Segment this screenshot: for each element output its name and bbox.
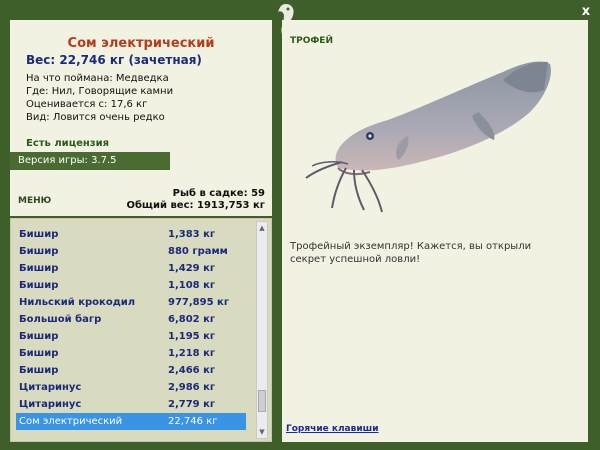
fish-weight: Вес: 22,746 кг (зачетная) <box>26 53 202 67</box>
list-item[interactable]: Бишир 1,195 кг <box>16 328 246 345</box>
list-item-weight: 6,802 кг <box>168 314 216 325</box>
list-item[interactable]: Цитаринус 2,986 кг <box>16 379 246 396</box>
list-item-weight: 1,108 кг <box>168 280 216 291</box>
list-item[interactable]: Бишир 1,383 кг <box>16 226 246 243</box>
keepnet-stats: Рыб в садке: 59 Общий вес: 1913,753 кг <box>126 188 265 212</box>
list-item-weight: 880 грамм <box>168 246 228 257</box>
list-item[interactable]: Сом электрический 22,746 кг <box>16 413 246 430</box>
hotkeys-link[interactable]: Горячие клавиши <box>286 424 379 434</box>
list-item-weight: 1,195 кг <box>168 331 216 342</box>
scroll-up-icon[interactable]: ▲ <box>257 223 267 233</box>
list-scrollbar[interactable]: ▲ ▼ <box>256 221 268 439</box>
list-item-weight: 1,218 кг <box>168 348 216 359</box>
list-item-name: Бишир <box>19 348 59 359</box>
list-item-weight: 977,895 кг <box>168 297 230 308</box>
trophy-description: Трофейный экземпляр! Кажется, вы открыли… <box>290 241 532 265</box>
list-item[interactable]: Бишир 1,218 кг <box>16 345 246 362</box>
list-item[interactable]: Бишир 1,429 кг <box>16 260 246 277</box>
fish-rarity: Вид: Ловится очень редко <box>26 112 165 123</box>
fish-details: На что поймана: Медведка Где: Нил, Говор… <box>26 72 173 124</box>
fish-count: Рыб в садке: 59 <box>172 188 265 199</box>
list-item-name: Бишир <box>19 263 59 274</box>
list-item-weight: 22,746 кг <box>168 416 218 427</box>
fish-bait: На что поймана: Медведка <box>26 73 169 84</box>
list-item-name: Бишир <box>19 229 59 240</box>
list-item[interactable]: Бишир 2,466 кг <box>16 362 246 379</box>
list-item-weight: 2,779 кг <box>168 399 216 410</box>
version-bar: Версия игры: 3.7.5 <box>10 152 170 170</box>
list-item[interactable]: Цитаринус 2,779 кг <box>16 396 246 413</box>
catch-list-panel: Бишир 1,383 кг Бишир 880 грамм Бишир 1,429 кг… <box>10 218 272 442</box>
list-item[interactable]: Большой багр 6,802 кг <box>16 311 246 328</box>
menu-button[interactable]: МЕНЮ <box>18 196 51 206</box>
license-status: Есть лицензия <box>26 138 110 149</box>
fish-valued-from: Оценивается с: 17,6 кг <box>26 99 148 110</box>
list-item-name: Бишир <box>19 365 59 376</box>
list-item-name: Цитаринус <box>19 399 82 410</box>
list-item-weight: 1,383 кг <box>168 229 216 240</box>
list-item-name: Бишир <box>19 280 59 291</box>
list-item-name: Большой багр <box>19 314 102 325</box>
list-item-name: Нильский крокодил <box>19 297 136 308</box>
scroll-thumb[interactable] <box>258 390 266 412</box>
list-item-name: Цитаринус <box>19 382 82 393</box>
list-item-name: Бишир <box>19 246 59 257</box>
close-button[interactable]: x <box>578 4 594 20</box>
catch-list[interactable]: Бишир 1,383 кг Бишир 880 грамм Бишир 1,429 кг… <box>16 226 246 430</box>
list-item-name: Бишир <box>19 331 59 342</box>
list-item[interactable]: Нильский крокодил 977,895 кг <box>16 294 246 311</box>
electric-catfish-image <box>305 61 551 213</box>
fish-location: Где: Нил, Говорящие камни <box>26 86 174 97</box>
fish-name: Сом электрический <box>67 36 215 51</box>
list-item[interactable]: Бишир 1,108 кг <box>16 277 246 294</box>
list-item-weight: 2,986 кг <box>168 382 216 393</box>
total-weight: Общий вес: 1913,753 кг <box>126 200 265 211</box>
list-item-weight: 2,466 кг <box>168 365 216 376</box>
scroll-down-icon[interactable]: ▼ <box>257 427 267 437</box>
list-item[interactable]: Бишир 880 грамм <box>16 243 246 260</box>
list-item-weight: 1,429 кг <box>168 263 216 274</box>
trophy-label: ТРОФЕЙ <box>290 36 333 46</box>
list-item-name: Сом электрический <box>19 416 123 427</box>
